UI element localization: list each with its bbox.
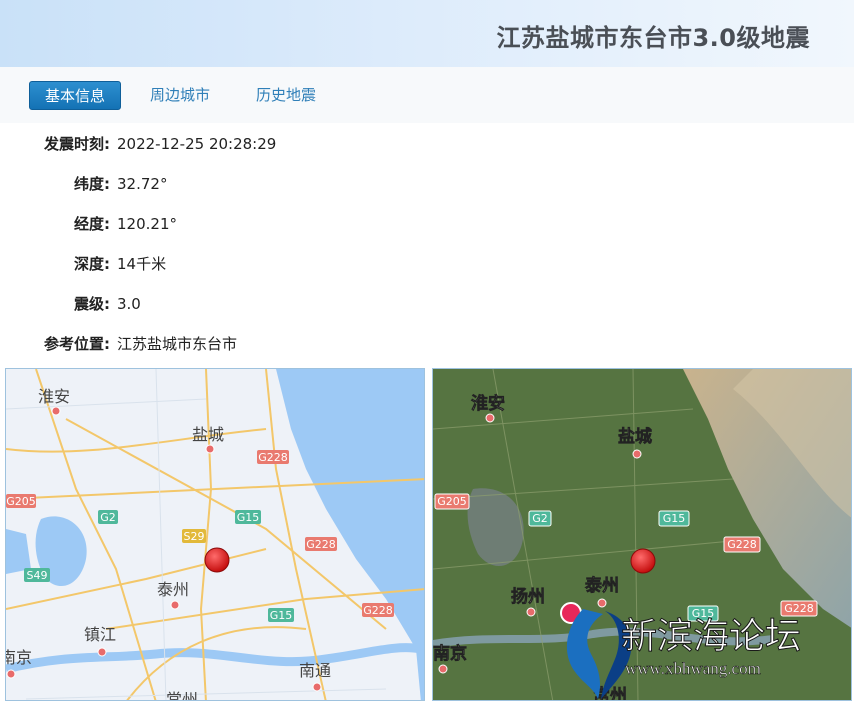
- tab-nearby-cities[interactable]: 周边城市: [137, 81, 223, 110]
- road-hw-s29: S29: [184, 530, 205, 543]
- road-hw-g228-b: G228: [306, 538, 336, 551]
- latitude-label: 纬度:: [74, 175, 110, 193]
- road-epicenter-marker[interactable]: [204, 547, 230, 573]
- road-city-yancheng: 盐城: [192, 425, 224, 444]
- road-city-nantong: 南通: [299, 661, 331, 680]
- header-bar: 江苏盐城市东台市3.0级地震: [0, 0, 854, 67]
- sat-hw-g228-b: G228: [784, 602, 814, 615]
- time-value: 2022-12-25 20:28:29: [117, 135, 277, 153]
- magnitude-value: 3.0: [117, 295, 141, 313]
- road-map-canvas: 淮安 盐城 泰州 镇江 南京 南通 常州 G205 G228 G2 G15 S2…: [6, 369, 424, 701]
- road-hw-g15-b: G15: [270, 609, 293, 622]
- longitude-label: 经度:: [74, 215, 110, 233]
- watermark-url: www.xbhwang.com: [625, 659, 761, 678]
- location-value: 江苏盐城市东台市: [117, 335, 238, 353]
- road-hw-g205: G205: [6, 495, 36, 508]
- satellite-map[interactable]: 淮安 盐城 扬州 泰州 南京 常州 G205 G2 G15 G228 G15 G…: [432, 368, 852, 701]
- road-city-zhenjiang: 镇江: [84, 625, 116, 644]
- sat-city-huaian: 淮安: [471, 393, 505, 414]
- time-label: 发震时刻:: [44, 135, 110, 153]
- sat-city-yangzhou: 扬州: [511, 586, 545, 607]
- sat-hw-g228-a: G228: [727, 538, 757, 551]
- latitude-value: 32.72°: [117, 175, 168, 193]
- longitude-value: 120.21°: [117, 215, 177, 233]
- road-hw-g228-c: G228: [363, 604, 393, 617]
- page-title: 江苏盐城市东台市3.0级地震: [496, 24, 810, 52]
- sat-hw-g15-a: G15: [663, 512, 686, 525]
- satellite-map-canvas: 淮安 盐城 扬州 泰州 南京 常州 G205 G2 G15 G228 G15 G…: [433, 369, 851, 700]
- tab-history-quakes[interactable]: 历史地震: [243, 81, 329, 110]
- satellite-epicenter-marker[interactable]: [630, 548, 656, 574]
- location-label: 参考位置:: [44, 335, 110, 353]
- sat-city-nanjing: 南京: [433, 643, 467, 664]
- sat-hw-g205: G205: [437, 495, 467, 508]
- road-hw-g2: G2: [100, 511, 116, 524]
- sat-city-taizhou: 泰州: [585, 575, 619, 596]
- sat-hw-g2: G2: [532, 512, 548, 525]
- road-city-taizhou: 泰州: [157, 580, 189, 599]
- sat-city-yancheng: 盐城: [618, 426, 652, 447]
- road-map[interactable]: 淮安 盐城 泰州 镇江 南京 南通 常州 G205 G228 G2 G15 S2…: [5, 368, 425, 701]
- road-hw-s49: S49: [27, 569, 48, 582]
- road-hw-g15-a: G15: [237, 511, 260, 524]
- depth-label: 深度:: [74, 255, 110, 273]
- road-city-nanjing: 南京: [6, 648, 32, 667]
- magnitude-label: 震级:: [74, 295, 110, 313]
- road-hw-g228-a: G228: [258, 451, 288, 464]
- depth-value: 14千米: [117, 255, 167, 273]
- road-city-changzhou: 常州: [166, 690, 198, 701]
- watermark-name: 新滨海论坛: [621, 616, 801, 657]
- road-city-huaian: 淮安: [38, 387, 70, 406]
- tab-bar: 基本信息 周边城市 历史地震: [0, 67, 854, 123]
- tab-basic-info[interactable]: 基本信息: [29, 81, 121, 110]
